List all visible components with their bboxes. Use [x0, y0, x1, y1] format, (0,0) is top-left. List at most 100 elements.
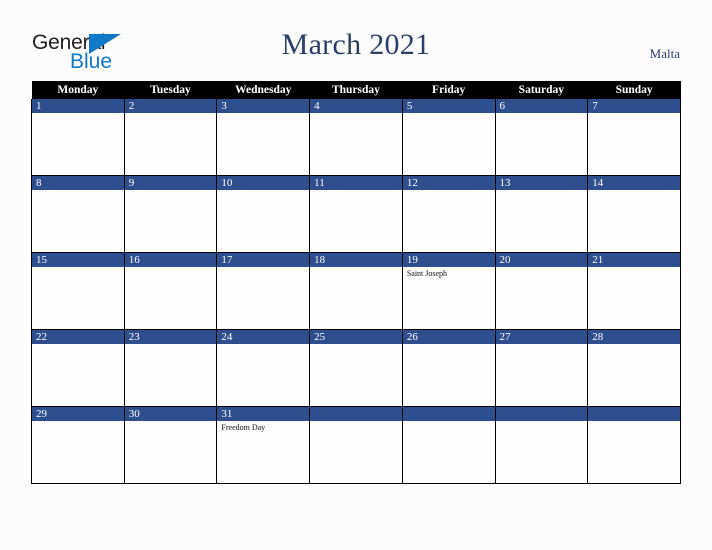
calendar-day-cell[interactable]: 10 — [216, 175, 311, 253]
day-events — [32, 190, 124, 192]
day-events — [496, 190, 588, 192]
day-events — [496, 344, 588, 346]
day-number: 11 — [310, 176, 402, 190]
day-cell-content: 7 — [588, 99, 680, 175]
calendar-day-cell[interactable]: 29 — [31, 406, 125, 484]
calendar-day-cell[interactable]: 11 — [309, 175, 403, 253]
day-events — [125, 421, 217, 423]
day-events — [125, 267, 217, 269]
day-cell-content: 21 — [588, 253, 680, 329]
weekday-header-row: Monday Tuesday Wednesday Thursday Friday… — [31, 81, 681, 99]
calendar-week-row: 29 30 31 Freedom Day — [31, 406, 681, 484]
day-number: 25 — [310, 330, 402, 344]
day-events — [588, 190, 680, 192]
day-number: 13 — [495, 176, 588, 190]
calendar-day-cell[interactable]: 14 — [587, 175, 681, 253]
calendar-day-cell[interactable]: 6 — [494, 99, 589, 176]
day-cell-content: 4 — [310, 99, 402, 175]
calendar-day-cell[interactable]: 22 — [31, 329, 125, 407]
day-events — [310, 421, 402, 423]
day-number: 23 — [124, 330, 217, 344]
day-cell-content: 17 — [217, 253, 310, 329]
calendar-body: 1 2 3 4 5 6 7 8 9 10 11 12 13 14 15 16 17 18 19 Saint Josep… — [31, 99, 681, 484]
day-events — [496, 421, 588, 423]
day-cell-content: 27 — [495, 330, 588, 406]
day-number — [588, 407, 680, 421]
day-number: 19 — [402, 253, 495, 267]
calendar-week-row: 15 16 17 18 19 Saint Joseph 20 21 — [31, 252, 681, 330]
calendar-day-cell[interactable]: 17 — [216, 252, 311, 330]
day-events — [32, 421, 124, 423]
calendar-day-cell[interactable]: 28 — [587, 329, 681, 407]
calendar-day-cell[interactable]: 26 — [401, 329, 496, 407]
calendar-day-cell[interactable]: 18 — [309, 252, 403, 330]
day-cell-content: 13 — [495, 176, 588, 252]
day-number: 22 — [32, 330, 124, 344]
day-number: 2 — [124, 99, 217, 113]
day-cell-content: 8 — [32, 176, 124, 252]
weekday-header-sunday: Sunday — [587, 81, 681, 99]
day-cell-content: 26 — [402, 330, 495, 406]
day-cell-content — [310, 407, 402, 483]
calendar-day-cell[interactable]: 7 — [587, 99, 681, 176]
day-events: Saint Joseph — [403, 267, 495, 279]
calendar-day-cell[interactable]: 4 — [309, 99, 403, 176]
day-cell-content: 14 — [588, 176, 680, 252]
calendar-day-cell[interactable]: 13 — [494, 175, 589, 253]
calendar-day-cell[interactable]: 8 — [31, 175, 125, 253]
day-number: 14 — [588, 176, 680, 190]
day-events — [588, 421, 680, 423]
calendar-week-row: 8 9 10 11 12 13 14 — [31, 175, 681, 253]
day-number: 9 — [124, 176, 217, 190]
calendar-day-cell[interactable]: 20 — [494, 252, 589, 330]
calendar-week-row: 1234567 — [31, 99, 681, 176]
calendar-day-cell[interactable]: 19 Saint Joseph — [401, 252, 496, 330]
calendar-day-cell[interactable]: 2 — [123, 99, 218, 176]
day-events — [403, 113, 495, 115]
calendar-day-cell[interactable]: 3 — [216, 99, 311, 176]
calendar-grid: Monday Tuesday Wednesday Thursday Friday… — [31, 81, 681, 484]
day-events — [310, 344, 402, 346]
day-cell-content: 18 — [310, 253, 402, 329]
calendar-day-cell[interactable]: 21 — [587, 252, 681, 330]
calendar-day-cell[interactable]: 24 — [216, 329, 311, 407]
day-number: 24 — [217, 330, 310, 344]
day-events — [32, 267, 124, 269]
calendar-day-cell[interactable]: 31 Freedom Day — [216, 406, 311, 484]
calendar-day-cell[interactable]: 9 — [123, 175, 218, 253]
day-cell-content: 5 — [402, 99, 495, 175]
day-number: 6 — [495, 99, 588, 113]
calendar-day-cell[interactable]: 15 — [31, 252, 125, 330]
day-events — [403, 344, 495, 346]
calendar-day-cell[interactable] — [494, 406, 589, 484]
day-cell-content: 12 — [402, 176, 495, 252]
page-header: General Blue March 2021 Malta — [0, 0, 712, 80]
day-number — [310, 407, 402, 421]
day-cell-content: 29 — [32, 407, 124, 483]
day-cell-content: 20 — [495, 253, 588, 329]
weekday-header-wednesday: Wednesday — [216, 81, 310, 99]
calendar-day-cell[interactable]: 5 — [401, 99, 496, 176]
day-events — [310, 190, 402, 192]
day-number: 27 — [495, 330, 588, 344]
calendar-day-cell[interactable]: 23 — [123, 329, 218, 407]
calendar-day-cell[interactable]: 16 — [123, 252, 218, 330]
calendar-day-cell[interactable] — [587, 406, 681, 484]
calendar-day-cell[interactable]: 1 — [31, 99, 125, 176]
holiday-event: Freedom Day — [221, 423, 266, 432]
day-cell-content: 31 Freedom Day — [217, 407, 310, 483]
calendar-day-cell[interactable]: 30 — [123, 406, 218, 484]
calendar-day-cell[interactable] — [401, 406, 496, 484]
calendar-day-cell[interactable]: 27 — [494, 329, 589, 407]
day-cell-content: 19 Saint Joseph — [402, 253, 495, 329]
day-cell-content — [588, 407, 680, 483]
weekday-header-tuesday: Tuesday — [124, 81, 217, 99]
day-events — [588, 267, 680, 269]
day-number: 30 — [124, 407, 217, 421]
day-events — [496, 267, 588, 269]
calendar-day-cell[interactable]: 12 — [401, 175, 496, 253]
calendar-day-cell[interactable] — [309, 406, 403, 484]
day-events: Freedom Day — [217, 421, 309, 433]
day-events — [32, 113, 124, 115]
calendar-day-cell[interactable]: 25 — [309, 329, 403, 407]
